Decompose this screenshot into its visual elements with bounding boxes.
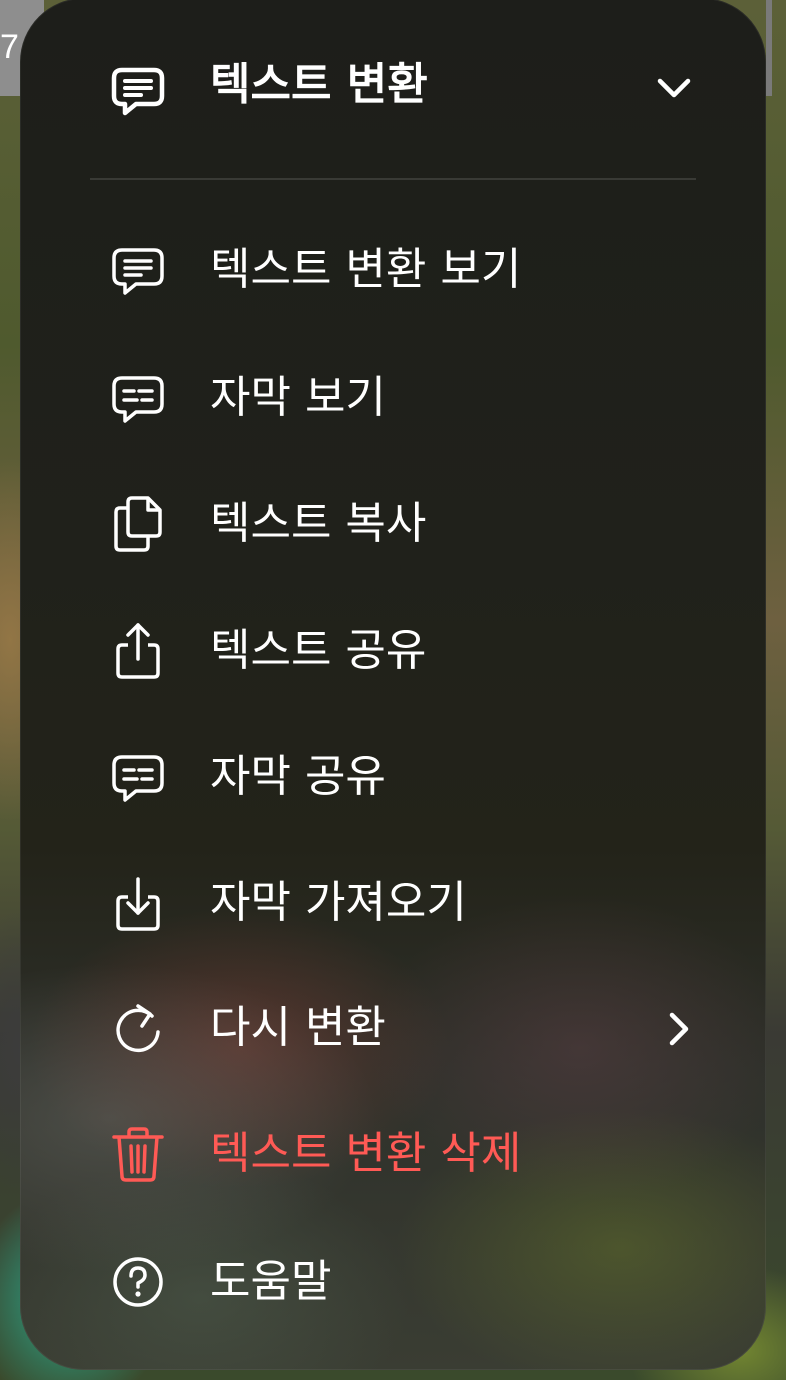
copy-documents-icon xyxy=(108,494,168,554)
speech-bubble-text-icon xyxy=(108,60,168,120)
share-icon xyxy=(108,621,168,681)
speech-bubble-text-icon xyxy=(108,240,168,300)
menu-divider xyxy=(90,178,696,180)
menu-item-help[interactable]: 도움말 xyxy=(20,1227,766,1337)
import-icon xyxy=(108,873,168,933)
menu-item-label: 텍스트 변환 보기 xyxy=(210,244,522,295)
menu-item-label: 텍스트 복사 xyxy=(210,498,427,549)
menu-item-label: 자막 공유 xyxy=(210,751,386,802)
menu-item-label: 다시 변환 xyxy=(210,1002,386,1053)
menu-item-label: 도움말 xyxy=(210,1256,332,1307)
captions-bubble-icon xyxy=(108,368,168,428)
menu-header-title: 텍스트 변환 xyxy=(210,59,428,110)
menu-item-import-captions[interactable]: 자막 가져오기 xyxy=(20,848,766,958)
transcription-context-menu: 텍스트 변환 텍스트 변환 보기 자막 보기 텍스트 복사 텍스트 공유 자막 … xyxy=(20,0,766,1370)
menu-item-view-captions[interactable]: 자막 보기 xyxy=(20,343,766,453)
menu-item-view-transcription[interactable]: 텍스트 변환 보기 xyxy=(20,215,766,325)
menu-item-label: 텍스트 변환 삭제 xyxy=(210,1128,522,1179)
menu-item-retranscribe[interactable]: 다시 변환 xyxy=(20,973,766,1083)
refresh-icon xyxy=(108,998,168,1058)
menu-item-copy-text[interactable]: 텍스트 복사 xyxy=(20,469,766,579)
captions-bubble-icon xyxy=(108,747,168,807)
menu-item-label: 텍스트 공유 xyxy=(210,625,427,676)
menu-item-share-text[interactable]: 텍스트 공유 xyxy=(20,596,766,706)
menu-item-label: 자막 가져오기 xyxy=(210,877,467,928)
menu-item-delete-transcription[interactable]: 텍스트 변환 삭제 xyxy=(20,1099,766,1209)
background-edge xyxy=(766,0,772,96)
trash-icon xyxy=(108,1124,168,1184)
menu-header[interactable]: 텍스트 변환 xyxy=(20,0,766,180)
help-circle-icon xyxy=(108,1252,168,1312)
chevron-right-icon xyxy=(662,1009,696,1049)
background-number: 7 xyxy=(0,28,19,66)
chevron-down-icon[interactable] xyxy=(654,68,694,108)
menu-item-share-captions[interactable]: 자막 공유 xyxy=(20,722,766,832)
menu-item-label: 자막 보기 xyxy=(210,372,386,423)
